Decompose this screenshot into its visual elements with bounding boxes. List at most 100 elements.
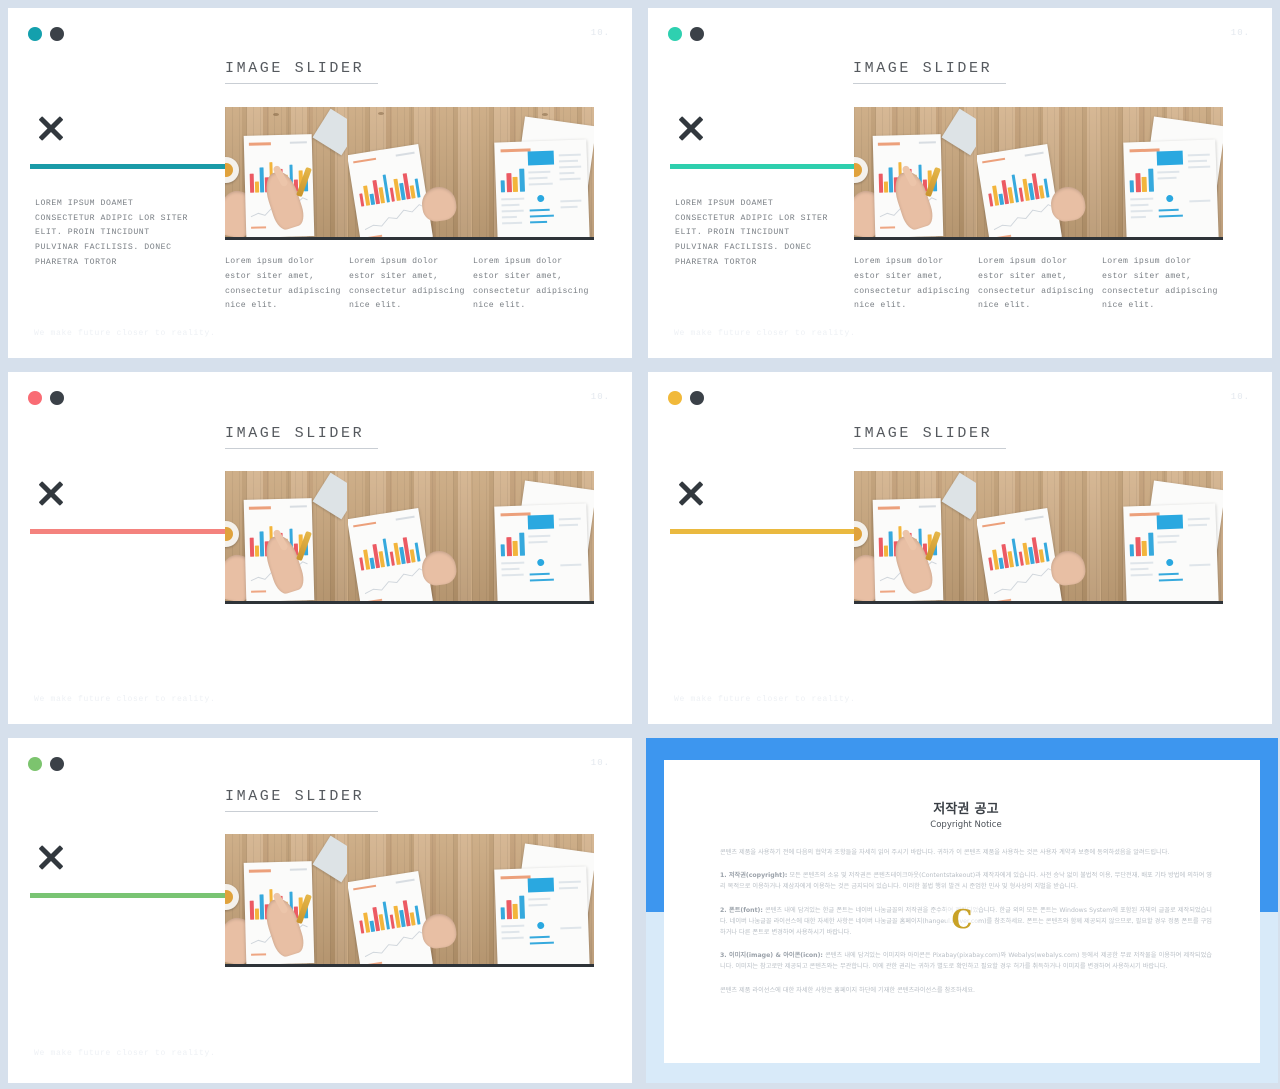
slider-panel-2[interactable]: [976, 107, 1100, 237]
page-title: IMAGE SLIDER: [225, 425, 365, 442]
dark-dot: [50, 391, 64, 405]
image-slider-strip[interactable]: [854, 471, 1223, 604]
caption-line: nice elit.: [854, 301, 907, 311]
dark-dot: [50, 27, 64, 41]
copyright-item-heading: 1. 저작권(copyright):: [720, 872, 788, 880]
caption-line: estor siter amet,: [225, 271, 315, 281]
report-sheet: [1122, 503, 1219, 601]
accent-dot: [668, 391, 682, 405]
lead-paragraph: LOREM IPSUM DOAMET CONSECTETUR ADIPIC LO…: [675, 197, 828, 271]
footer-tagline: We make future closer to reality.: [34, 329, 216, 338]
slider-panel-2[interactable]: [347, 834, 471, 964]
title-underline: [225, 83, 378, 84]
image-slider-strip[interactable]: [225, 107, 594, 240]
copyright-slide[interactable]: 저작권 공고 Copyright Notice 콘텐츠 제품을 사용하기 전에 …: [646, 738, 1278, 1083]
caption-line: consectetur adipiscing: [473, 286, 589, 296]
caption-line: estor siter amet,: [349, 271, 439, 281]
page-number: 10.: [1230, 392, 1250, 402]
image-slider-strip[interactable]: [854, 107, 1223, 240]
slide-coral[interactable]: 10. IMAGE SLIDER LOREM IPSUM DOAMET CONS…: [8, 372, 632, 724]
slider-panel-1[interactable]: [225, 834, 348, 964]
lead-line: PHARETRA TORTOR: [675, 257, 757, 267]
slide-cell-3: 10. IMAGE SLIDER LOREM IPSUM DOAMET CONS…: [0, 364, 640, 730]
title-block: IMAGE SLIDER: [853, 60, 1006, 84]
slider-panel-2[interactable]: [347, 471, 471, 601]
slider-panel-3[interactable]: [470, 834, 594, 964]
slide-cell-1: 10. IMAGE SLIDER LOREM IPSUM DOAMET CONS…: [0, 0, 640, 364]
title-block: IMAGE SLIDER: [225, 60, 378, 84]
copyright-item-1: 1. 저작권(copyright): 모든 콘텐츠의 소유 및 저작권은 콘텐츠…: [720, 870, 1212, 892]
lead-line: LOREM IPSUM DOAMET: [35, 199, 134, 208]
dark-dot: [50, 757, 64, 771]
slide-cell-6: 저작권 공고 Copyright Notice 콘텐츠 제품을 사용하기 전에 …: [640, 730, 1280, 1089]
slider-panel-3[interactable]: [470, 107, 594, 237]
report-sheet: [493, 503, 590, 601]
dark-dot: [690, 391, 704, 405]
title-underline: [853, 448, 1006, 449]
slide-green[interactable]: 10. IMAGE SLIDER LOREM IPSUM DOAMET CONS…: [8, 738, 632, 1083]
copyright-item-3: 3. 이미지(image) & 아이콘(icon): 콘텐츠 내에 담겨있는 이…: [720, 950, 1212, 972]
caption-2: Lorem ipsum dolor estor siter amet, cons…: [978, 255, 1102, 314]
report-sheet: [493, 866, 590, 964]
dark-dot: [690, 27, 704, 41]
copyright-title-en: Copyright Notice: [930, 820, 1002, 830]
copyright-outro: 콘텐츠 제품 라이선스에 대한 자세한 사항은 홈페이지 하단에 기재한 콘텐츠…: [720, 986, 976, 994]
accent-dot: [668, 27, 682, 41]
lead-line: CONSECTETUR ADIPIC LOR SITER: [675, 213, 828, 223]
slider-panel-3[interactable]: [1099, 107, 1223, 237]
image-slider-strip[interactable]: [225, 834, 594, 967]
copyright-item-heading: 2. 폰트(font):: [720, 906, 763, 914]
page-title: IMAGE SLIDER: [853, 60, 993, 77]
copyright-title-ko: 저작권 공고: [933, 802, 999, 817]
copyright-intro: 콘텐츠 제품을 사용하기 전에 다음의 협약과 조항들을 자세히 읽어 주시기 …: [720, 849, 1170, 856]
page-number: 10.: [590, 758, 610, 768]
accent-dot: [28, 757, 42, 771]
slide-cell-4: 10. IMAGE SLIDER LOREM IPSUM DOAMET CONS…: [640, 364, 1280, 730]
chart-sheet: [977, 507, 1063, 601]
lead-line: PULVINAR FACILISIS. DONEC: [675, 243, 812, 253]
slide-cell-2: 10. IMAGE SLIDER LOREM IPSUM DOAMET CONS…: [640, 0, 1280, 364]
caption-1: Lorem ipsum dolor estor siter amet, cons…: [225, 255, 349, 314]
slider-panel-3[interactable]: [470, 471, 594, 601]
caption-line: consectetur adipiscing: [349, 286, 465, 296]
slider-panel-2[interactable]: [347, 107, 471, 237]
slider-panel-1[interactable]: [854, 471, 977, 601]
page-number: 10.: [1230, 28, 1250, 38]
x-icon: [675, 112, 707, 144]
caption-line: consectetur adipiscing: [1102, 286, 1218, 296]
page-title: IMAGE SLIDER: [225, 60, 365, 77]
footer-tagline: We make future closer to reality.: [34, 1049, 216, 1058]
slider-panel-2[interactable]: [976, 471, 1100, 601]
caption-line: nice elit.: [978, 301, 1031, 311]
slide-grid: 10. IMAGE SLIDER LOREM IPSUM DOAMET CONS…: [0, 0, 1280, 1089]
page-title: IMAGE SLIDER: [853, 425, 993, 442]
x-icon: [675, 477, 707, 509]
slider-panel-1[interactable]: [854, 107, 977, 237]
report-sheet: [1122, 139, 1219, 237]
accent-rule: [30, 164, 233, 169]
caption-line: nice elit.: [1102, 301, 1155, 311]
image-slider-strip[interactable]: [225, 471, 594, 604]
page-number: 10.: [590, 28, 610, 38]
report-sheet: [493, 139, 590, 237]
slide-mint[interactable]: 10. IMAGE SLIDER LOREM IPSUM DOAMET CONS…: [648, 8, 1272, 358]
slide-dots: [28, 27, 64, 41]
title-underline: [225, 448, 378, 449]
caption-line: nice elit.: [225, 301, 278, 311]
accent-dot: [28, 27, 42, 41]
slide-dots: [668, 391, 704, 405]
slide-gold[interactable]: 10. IMAGE SLIDER LOREM IPSUM DOAMET CONS…: [648, 372, 1272, 724]
title-underline: [225, 811, 378, 812]
slider-panel-3[interactable]: [1099, 471, 1223, 601]
caption-line: estor siter amet,: [978, 271, 1068, 281]
slide-dots: [28, 391, 64, 405]
slide-teal[interactable]: 10. IMAGE SLIDER LOREM IPSUM DOAMET CONS…: [8, 8, 632, 358]
caption-1: Lorem ipsum dolor estor siter amet, cons…: [854, 255, 978, 314]
x-icon: [35, 841, 67, 873]
caption-line: nice elit.: [349, 301, 402, 311]
slide-dots: [28, 757, 64, 771]
slider-panel-1[interactable]: [225, 107, 348, 237]
slider-panel-1[interactable]: [225, 471, 348, 601]
accent-rule: [670, 529, 862, 534]
caption-line: estor siter amet,: [473, 271, 563, 281]
